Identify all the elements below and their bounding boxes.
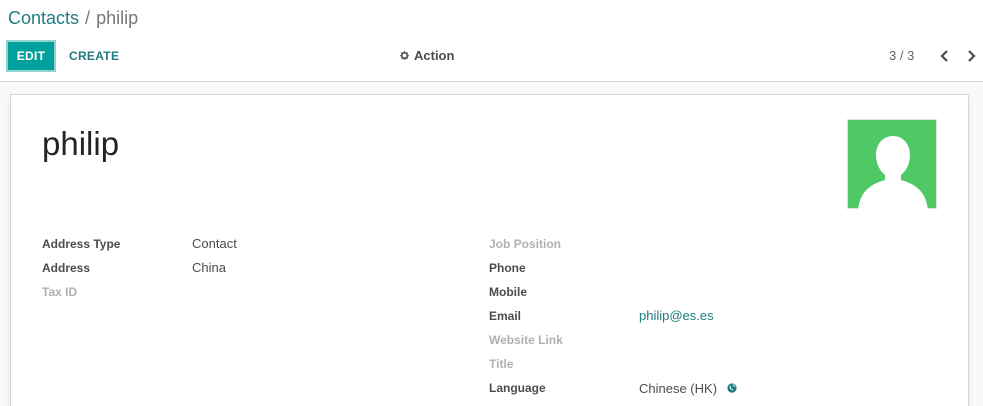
tax-id-label: Tax ID — [42, 285, 78, 299]
language-label: Language — [489, 381, 546, 395]
address-value: China — [192, 260, 226, 275]
email-label: Email — [489, 309, 522, 323]
avatar[interactable] — [847, 119, 937, 210]
breadcrumb-current: philip — [96, 8, 139, 28]
title-label: Title — [489, 357, 514, 371]
edit-button[interactable]: EDIT — [6, 40, 56, 72]
breadcrumb-contacts-link[interactable]: Contacts — [8, 8, 79, 28]
action-label: Action — [414, 48, 455, 63]
email-value-link[interactable]: philip@es.es — [639, 308, 714, 323]
pager-next-button[interactable] — [963, 47, 979, 65]
gear-icon — [400, 51, 409, 60]
phone-label: Phone — [489, 261, 526, 275]
breadcrumb: Contacts / philip — [8, 8, 138, 29]
website-link-label: Website Link — [489, 333, 563, 347]
pager-previous-button[interactable] — [936, 47, 952, 65]
contact-name: philip — [42, 125, 120, 162]
action-menu[interactable]: Action — [399, 48, 454, 63]
address-type-value: Contact — [192, 236, 237, 251]
chevron-left-icon — [939, 50, 948, 62]
create-button[interactable]: CREATE — [62, 40, 126, 72]
globe-icon[interactable] — [727, 383, 737, 393]
language-value: Chinese (HK) — [639, 381, 718, 396]
address-label: Address — [42, 261, 91, 275]
pager-value[interactable]: 3 / 3 — [889, 48, 914, 63]
chevron-right-icon — [967, 50, 976, 62]
mobile-label: Mobile — [489, 285, 527, 299]
control-panel: Contacts / philip EDIT CREATE Action 3 / 3 — [0, 0, 983, 82]
breadcrumb-separator: / — [85, 8, 91, 28]
user-silhouette-icon — [858, 136, 928, 210]
address-type-label: Address Type — [42, 237, 121, 251]
form-sheet: philip Address Type Contact Address Chin… — [10, 94, 969, 406]
job-position-label: Job Position — [489, 237, 561, 251]
